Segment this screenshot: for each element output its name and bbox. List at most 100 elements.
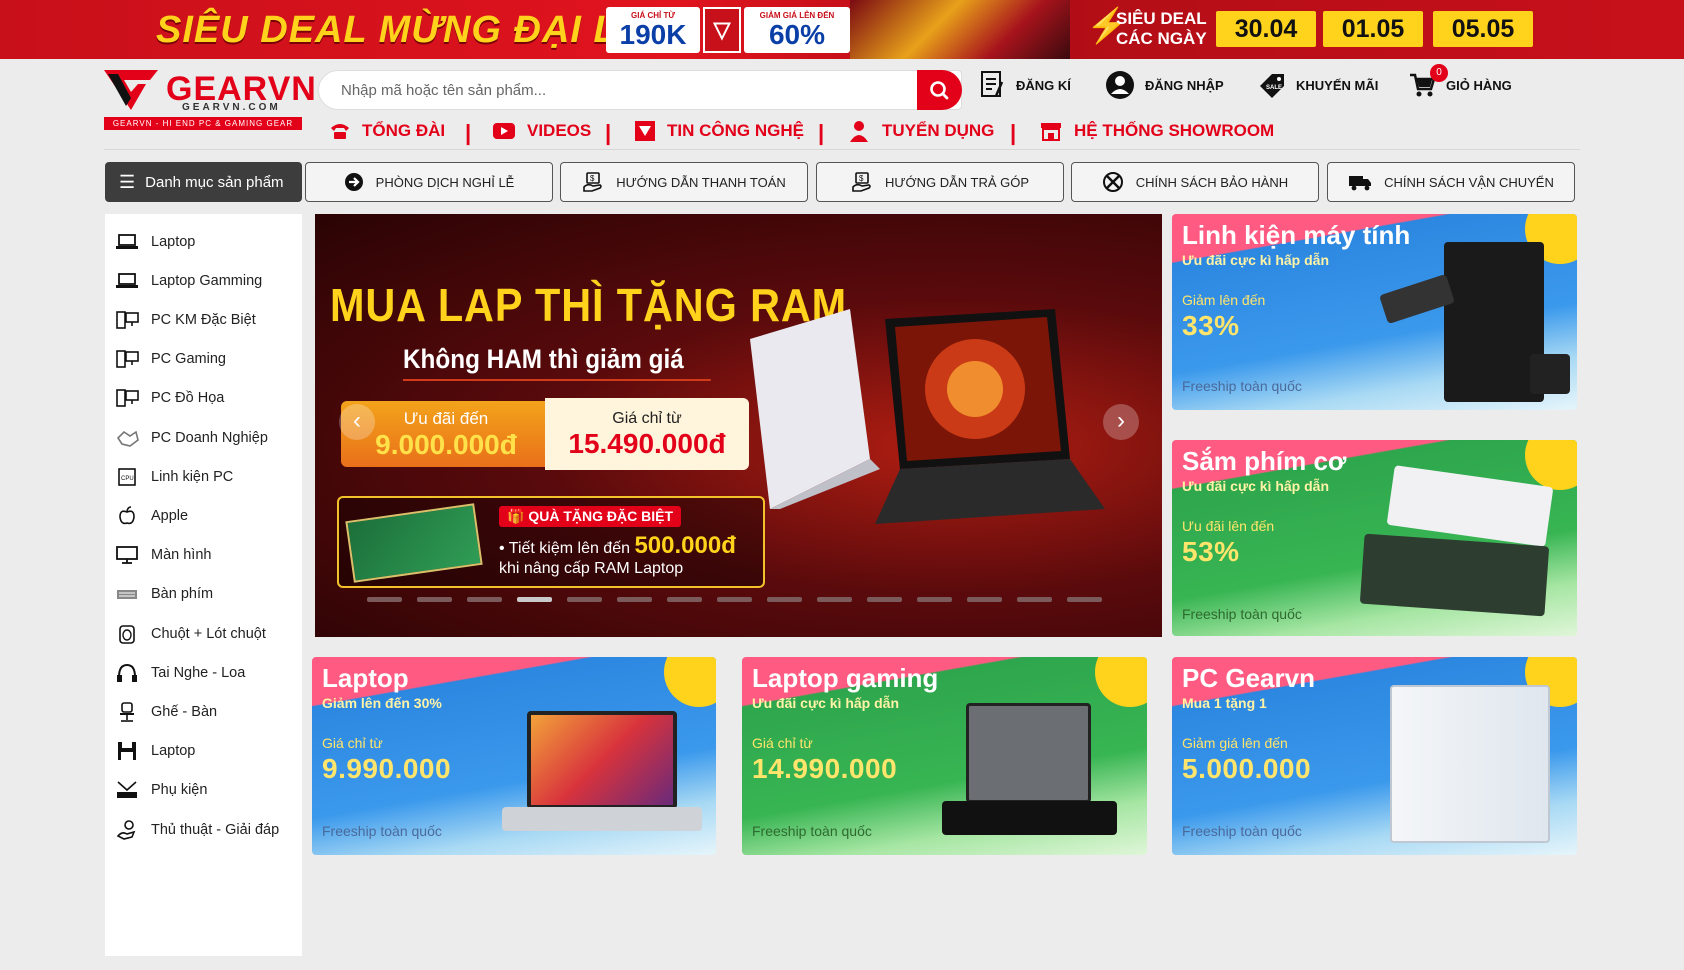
keyboard-icon xyxy=(117,590,137,600)
slider-dot[interactable] xyxy=(667,597,702,602)
slider-dot[interactable] xyxy=(717,597,752,602)
sidebar-item[interactable]: PC Doanh Nghiệp xyxy=(115,418,301,457)
policy-shipping[interactable]: CHÍNH SÁCH VẬN CHUYỂN xyxy=(1327,162,1575,202)
policy-warranty[interactable]: CHÍNH SÁCH BẢO HÀNH xyxy=(1071,162,1319,202)
sidebar-item[interactable]: Màn hình xyxy=(115,536,301,575)
sidebar-item-label: Thủ thuật - Giải đáp xyxy=(151,821,280,838)
promo-card-components[interactable]: Linh kiện máy tính Ưu đãi cực kì hấp dẫn… xyxy=(1172,214,1577,410)
laptop-screen-image xyxy=(527,711,677,809)
policy-installment-guide[interactable]: $ HƯỚNG DẪN TRẢ GÓP xyxy=(816,162,1064,202)
slider-dot[interactable] xyxy=(867,597,902,602)
save-icon xyxy=(118,742,136,761)
sidebar-item-label: PC Gaming xyxy=(151,351,226,368)
promo-card-pc-gearvn[interactable]: PC Gearvn Mua 1 tặng 1 Giảm giá lên đến … xyxy=(1172,657,1577,855)
policy-holiday-service[interactable]: PHÒNG DỊCH NGHỈ LỄ xyxy=(305,162,553,202)
daily-deal-line1: SIÊU DEAL xyxy=(1116,9,1207,28)
sidebar-item[interactable]: CPU Linh kiện PC xyxy=(115,457,301,496)
nav-separator: | xyxy=(818,120,825,145)
gift-line1-value: 500.000đ xyxy=(634,532,736,559)
slider-dots xyxy=(367,597,1102,602)
price-chip-value: 190K xyxy=(619,19,687,50)
green-keyboard-image xyxy=(1359,533,1550,617)
sidebar-item[interactable]: Bàn phím xyxy=(115,575,301,614)
laptop-base-image xyxy=(502,807,702,831)
register-link[interactable]: ĐĂNG KÍ xyxy=(980,68,1071,102)
card-value: 9.990.000 xyxy=(322,753,452,784)
white-pc-case-image xyxy=(1390,685,1550,843)
monitor-icon xyxy=(116,546,138,564)
user-icon xyxy=(1106,71,1134,99)
cpu-icon: CPU xyxy=(118,467,136,486)
promo-card-gaming-laptop[interactable]: Laptop gaming Ưu đãi cực kì hấp dẫn Giá … xyxy=(742,657,1147,855)
search-button[interactable] xyxy=(917,70,962,110)
sidebar-item-label: PC Đồ Họa xyxy=(151,390,225,407)
sidebar-item[interactable]: Phụ kiện xyxy=(115,771,301,810)
gearvn-logo[interactable]: GEARVN GEARVN.COM GEARVN - HI END PC & G… xyxy=(104,68,316,132)
sidebar-item[interactable]: PC Đồ Họa xyxy=(115,379,301,418)
slider-dot[interactable] xyxy=(1067,597,1102,602)
sidebar-item[interactable]: Chuột + Lót chuột xyxy=(115,614,301,653)
promo-link[interactable]: SALE KHUYẾN MÃI xyxy=(1258,68,1378,102)
slider-dot[interactable] xyxy=(417,597,452,602)
nav-tech-news[interactable]: TIN CÔNG NGHỆ xyxy=(635,118,804,144)
sidebar-item[interactable]: Laptop xyxy=(115,222,301,261)
slider-dot[interactable] xyxy=(817,597,852,602)
slider-next-button[interactable]: › xyxy=(1103,404,1139,440)
mouse-icon xyxy=(119,624,135,644)
category-menu-button[interactable]: ☰ Danh mục sản phẩm xyxy=(105,162,302,202)
sidebar-item[interactable]: Thủ thuật - Giải đáp xyxy=(115,810,301,849)
policy-payment-guide[interactable]: $ HƯỚNG DẪN THANH TOÁN xyxy=(560,162,808,202)
card-footer: Freeship toàn quốc xyxy=(752,823,872,839)
slider-dot[interactable] xyxy=(967,597,1002,602)
nav-showroom[interactable]: HỆ THỐNG SHOWROOM xyxy=(1040,118,1274,144)
nav-hotline[interactable]: TỔNG ĐÀI xyxy=(330,118,445,144)
sidebar-item[interactable]: Laptop Gamming xyxy=(115,261,301,300)
hero-slider[interactable]: MUA LAP THÌ TẶNG RAM Không HAM thì giảm … xyxy=(315,214,1162,637)
card-label: Ưu đãi lên đến xyxy=(1182,518,1275,534)
headphones-icon xyxy=(117,663,137,682)
policy-label: HƯỚNG DẪN TRẢ GÓP xyxy=(884,174,1030,190)
policy-label: HƯỚNG DẪN THANH TOÁN xyxy=(616,174,786,190)
promo-card-keyboards[interactable]: Sắm phím cơ Ưu đãi cực kì hấp dẫn Ưu đãi… xyxy=(1172,440,1577,636)
nav-recruitment[interactable]: TUYỂN DỤNG xyxy=(848,118,994,144)
slider-dot[interactable] xyxy=(917,597,952,602)
gift-tag-label: QUÀ TẶNG ĐẶC BIỆT xyxy=(528,508,673,524)
top-promo-banner[interactable]: SIÊU DEAL MỪNG ĐẠI LỄ GIÁ CHỈ TỪ 190K ▽ … xyxy=(0,0,1684,59)
slider-dot[interactable] xyxy=(367,597,402,602)
nav-videos[interactable]: VIDEOS xyxy=(493,118,591,144)
sidebar-item[interactable]: Tai Nghe - Loa xyxy=(115,653,301,692)
sidebar-item[interactable]: PC KM Đặc Biệt xyxy=(115,300,301,339)
gaming-laptop-lid-image xyxy=(966,703,1091,803)
promo-card-laptop[interactable]: Laptop Giảm lên đến 30% Giá chỉ từ 9.990… xyxy=(312,657,716,855)
store-icon xyxy=(1041,123,1061,141)
card-value: 53% xyxy=(1182,536,1240,567)
search-input[interactable] xyxy=(341,79,921,101)
sidebar-item[interactable]: Ghế - Bàn xyxy=(115,692,301,731)
telephone-icon xyxy=(331,124,349,139)
desktop-pc-icon xyxy=(116,350,139,368)
card-footer: Freeship toàn quốc xyxy=(1182,606,1302,622)
promo-label: KHUYẾN MÃI xyxy=(1296,77,1379,93)
cart-link[interactable]: GIỎ HÀNG xyxy=(1408,68,1512,102)
register-form-icon xyxy=(981,71,1004,97)
sidebar-item[interactable]: Laptop xyxy=(115,732,301,771)
slider-dot[interactable] xyxy=(1017,597,1052,602)
login-link[interactable]: ĐĂNG NHẬP xyxy=(1105,68,1224,102)
gaming-laptop-keyboard-image xyxy=(942,801,1117,835)
slider-dot[interactable] xyxy=(767,597,802,602)
slider-prev-button[interactable]: ‹ xyxy=(339,404,375,440)
arrow-right-circle-icon xyxy=(344,173,363,191)
slider-dot[interactable] xyxy=(467,597,502,602)
sidebar-item[interactable]: Apple xyxy=(115,496,301,535)
card-value: 5.000.000 xyxy=(1182,753,1312,784)
slider-dot[interactable] xyxy=(617,597,652,602)
handshake-icon xyxy=(116,430,139,447)
card-subtitle: Mua 1 tặng 1 xyxy=(1182,695,1267,711)
card-label: Giảm giá lên đến xyxy=(1182,735,1288,751)
slider-dot[interactable] xyxy=(567,597,602,602)
deal-date: 05.05 xyxy=(1433,11,1533,47)
card-title: PC Gearvn xyxy=(1182,663,1315,693)
sidebar-item[interactable]: PC Gaming xyxy=(115,340,301,379)
slider-dot[interactable] xyxy=(517,597,552,602)
sun-decoration xyxy=(1095,657,1147,707)
